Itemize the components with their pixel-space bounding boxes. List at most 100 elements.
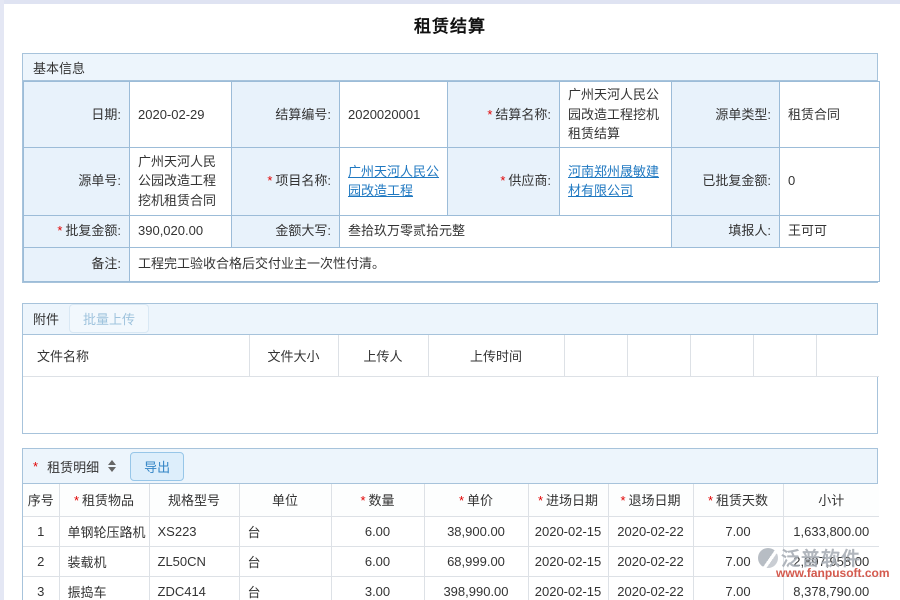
approval-amount-label: *批复金额: <box>24 215 130 247</box>
cell-exitdate: 2020-02-22 <box>608 516 693 546</box>
attach-col-empty <box>690 335 753 377</box>
source-no-value: 广州天河人民公园改造工程挖机租赁合同 <box>130 147 232 215</box>
amount-caps-value: 叁拾玖万零贰拾元整 <box>340 215 672 247</box>
settlement-name-label: *结算名称: <box>448 82 560 148</box>
detail-col-days: *租赁天数 <box>693 484 783 516</box>
detail-col-item: *租赁物品 <box>59 484 149 516</box>
date-label: 日期: <box>24 82 130 148</box>
required-icon: * <box>538 493 543 508</box>
remark-label: 备注: <box>24 247 130 281</box>
cell-subtotal: 8,378,790.00 <box>783 576 879 600</box>
supplier-link[interactable]: 河南郑州晟敏建材有限公司 <box>568 164 659 199</box>
attachments-panel: 附件 批量上传 文件名称 文件大小 上传人 上传时间 <box>22 303 878 435</box>
rental-detail-header: * 租赁明细 导出 <box>23 449 877 484</box>
attachments-title: 附件 <box>33 309 59 328</box>
remark-value: 工程完工验收合格后交付业主一次性付清。 <box>130 247 880 281</box>
attachments-empty-area <box>23 377 877 433</box>
attach-col-filename: 文件名称 <box>23 335 249 377</box>
batch-upload-button[interactable]: 批量上传 <box>69 304 149 333</box>
required-icon: * <box>459 493 464 508</box>
attach-col-empty <box>564 335 627 377</box>
supplier-label: *供应商: <box>448 147 560 215</box>
required-icon: * <box>33 459 38 474</box>
detail-col-price: *单价 <box>424 484 528 516</box>
approved-amount-label: 已批复金额: <box>672 147 780 215</box>
required-icon: * <box>487 107 492 122</box>
table-row: 1 单钢轮压路机 XS223 台 6.00 38,900.00 2020-02-… <box>23 516 879 546</box>
cell-entrydate: 2020-02-15 <box>528 516 608 546</box>
approval-amount-value: 390,020.00 <box>130 215 232 247</box>
filler-value: 王可可 <box>780 215 880 247</box>
required-icon: * <box>708 493 713 508</box>
date-value: 2020-02-29 <box>130 82 232 148</box>
basic-info-header: 基本信息 <box>23 54 877 81</box>
table-row: 3 振捣车 ZDC414 台 3.00 398,990.00 2020-02-1… <box>23 576 879 600</box>
cell-entrydate: 2020-02-15 <box>528 576 608 600</box>
rental-detail-table: 序号 *租赁物品 规格型号 单位 *数量 *单价 *进场日期 *退场日期 *租赁… <box>23 484 879 600</box>
detail-col-entrydate: *进场日期 <box>528 484 608 516</box>
project-name-label: *项目名称: <box>232 147 340 215</box>
rental-detail-panel: * 租赁明细 导出 序号 *租赁物品 规格型号 单位 *数量 *单价 *进场日期… <box>22 448 878 600</box>
cell-subtotal: 2,897,958.00 <box>783 546 879 576</box>
settlement-no-label: 结算编号: <box>232 82 340 148</box>
amount-caps-label: 金额大写: <box>232 215 340 247</box>
attach-col-uploadtime: 上传时间 <box>428 335 564 377</box>
detail-col-unit: 单位 <box>239 484 331 516</box>
cell-subtotal: 1,633,800.00 <box>783 516 879 546</box>
cell-model: XS223 <box>149 516 239 546</box>
source-type-label: 源单类型: <box>672 82 780 148</box>
supplier-cell: 河南郑州晟敏建材有限公司 <box>560 147 672 215</box>
cell-price: 68,999.00 <box>424 546 528 576</box>
attach-col-empty <box>627 335 690 377</box>
basic-info-grid: 日期: 2020-02-29 结算编号: 2020020001 *结算名称: 广… <box>23 81 880 282</box>
cell-price: 398,990.00 <box>424 576 528 600</box>
detail-col-index: 序号 <box>23 484 59 516</box>
cell-index: 2 <box>23 546 59 576</box>
cell-qty: 6.00 <box>331 516 424 546</box>
required-icon: * <box>267 173 272 188</box>
attachments-header: 附件 批量上传 <box>23 304 877 335</box>
cell-item: 振捣车 <box>59 576 149 600</box>
settlement-name-value: 广州天河人民公园改造工程挖机租赁结算 <box>560 82 672 148</box>
source-type-value: 租赁合同 <box>780 82 880 148</box>
filler-label: 填报人: <box>672 215 780 247</box>
attachments-table: 文件名称 文件大小 上传人 上传时间 <box>23 335 879 378</box>
cell-model: ZL50CN <box>149 546 239 576</box>
cell-unit: 台 <box>239 516 331 546</box>
cell-index: 1 <box>23 516 59 546</box>
attach-col-empty <box>816 335 879 377</box>
left-border-strip <box>0 0 4 600</box>
cell-exitdate: 2020-02-22 <box>608 576 693 600</box>
table-row: 2 装载机 ZL50CN 台 6.00 68,999.00 2020-02-15… <box>23 546 879 576</box>
detail-col-qty: *数量 <box>331 484 424 516</box>
detail-col-subtotal: 小计 <box>783 484 879 516</box>
attach-col-filesize: 文件大小 <box>249 335 338 377</box>
cell-qty: 3.00 <box>331 576 424 600</box>
sort-toggle-icon[interactable] <box>108 460 116 472</box>
cell-entrydate: 2020-02-15 <box>528 546 608 576</box>
required-icon: * <box>57 223 62 238</box>
cell-days: 7.00 <box>693 576 783 600</box>
cell-price: 38,900.00 <box>424 516 528 546</box>
project-link[interactable]: 广州天河人民公园改造工程 <box>348 164 439 199</box>
cell-index: 3 <box>23 576 59 600</box>
attach-col-uploader: 上传人 <box>338 335 428 377</box>
source-no-label: 源单号: <box>24 147 130 215</box>
cell-qty: 6.00 <box>331 546 424 576</box>
cell-item: 装载机 <box>59 546 149 576</box>
settlement-no-value: 2020020001 <box>340 82 448 148</box>
cell-days: 7.00 <box>693 516 783 546</box>
top-border-strip <box>0 0 900 4</box>
basic-info-title: 基本信息 <box>33 58 85 77</box>
export-button[interactable]: 导出 <box>130 452 184 481</box>
cell-unit: 台 <box>239 576 331 600</box>
cell-item: 单钢轮压路机 <box>59 516 149 546</box>
required-icon: * <box>360 493 365 508</box>
required-icon: * <box>74 493 79 508</box>
cell-exitdate: 2020-02-22 <box>608 546 693 576</box>
required-icon: * <box>500 173 505 188</box>
basic-info-panel: 基本信息 日期: 2020-02-29 结算编号: 2020020001 *结算… <box>22 53 878 283</box>
detail-col-exitdate: *退场日期 <box>608 484 693 516</box>
cell-days: 7.00 <box>693 546 783 576</box>
project-name-cell: 广州天河人民公园改造工程 <box>340 147 448 215</box>
